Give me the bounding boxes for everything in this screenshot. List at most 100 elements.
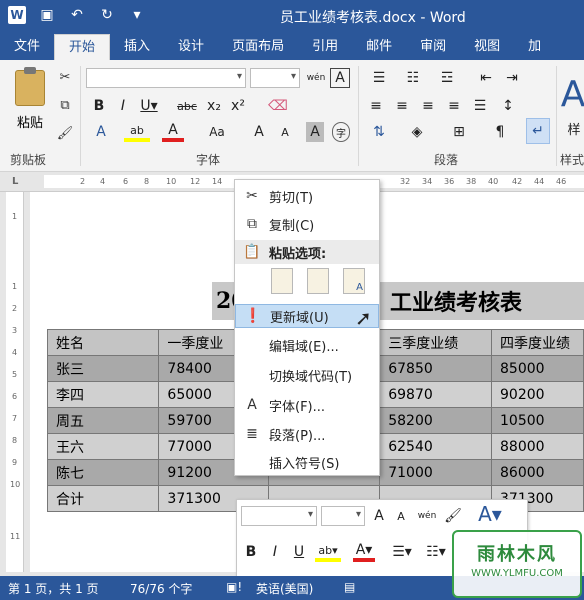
underline-icon[interactable]: U▾ (138, 96, 160, 116)
font-name-combo[interactable] (86, 68, 246, 88)
paste-text-only-icon[interactable]: A (343, 268, 365, 294)
tab-page-layout[interactable]: 页面布局 (218, 34, 298, 60)
tab-insert[interactable]: 插入 (110, 34, 164, 60)
mini-font-size-combo[interactable] (321, 506, 365, 526)
save-icon[interactable]: ▣ (38, 6, 56, 24)
line-spacing-icon[interactable]: ↕ (496, 96, 520, 116)
mini-grow-font-icon[interactable]: A (371, 506, 387, 526)
mini-styles-icon[interactable]: A▾ (475, 502, 505, 526)
tab-references[interactable]: 引用 (298, 34, 352, 60)
align-left-icon[interactable]: ≡ (366, 96, 386, 116)
table-cell[interactable]: 88000 (491, 433, 584, 460)
superscript-icon[interactable]: x² (228, 96, 248, 116)
customize-qat-icon[interactable]: ▾ (128, 6, 146, 24)
menu-item-font[interactable]: A 字体(F)... (235, 393, 379, 417)
table-cell[interactable]: 90200 (491, 381, 584, 408)
mini-bullets-icon[interactable]: ☰▾ (389, 542, 415, 562)
menu-item-insert-symbol[interactable]: 插入符号(S) (235, 450, 379, 474)
table-cell[interactable]: 周五 (46, 407, 160, 434)
word-count[interactable]: 76/76 个字 (130, 580, 192, 597)
grow-font-icon[interactable]: A (250, 122, 268, 142)
proofing-icon[interactable]: ▣! (226, 580, 242, 594)
language[interactable]: 英语(美国) (256, 580, 313, 597)
tab-selector-icon[interactable]: L (12, 176, 18, 187)
format-painter-icon[interactable]: 🖌 (55, 124, 75, 142)
table-cell[interactable]: 四季度业绩 (491, 329, 584, 356)
mini-bold-icon[interactable]: B (243, 542, 259, 562)
menu-item-copy[interactable]: ⧉ 复制(C) (235, 212, 379, 236)
char-shading-icon[interactable]: A (306, 122, 324, 142)
table-cell[interactable]: 三季度业绩 (379, 329, 493, 356)
multilevel-list-icon[interactable]: ☲ (434, 68, 460, 88)
text-effects-icon[interactable]: A (90, 122, 112, 142)
table-cell[interactable]: 李四 (46, 381, 160, 408)
mini-numbering-icon[interactable]: ☷▾ (423, 542, 449, 562)
tab-home[interactable]: 开始 (54, 34, 111, 60)
page-count[interactable]: 第 1 页，共 1 页 (8, 580, 99, 597)
table-cell[interactable]: 王六 (46, 433, 160, 460)
bullets-icon[interactable]: ☰ (366, 68, 392, 88)
shrink-font-icon[interactable]: A (276, 122, 294, 142)
decrease-indent-icon[interactable]: ⇤ (476, 68, 496, 88)
font-size-combo[interactable] (250, 68, 300, 88)
sort-icon[interactable]: ⇅ (366, 122, 392, 142)
table-cell[interactable]: 张三 (46, 355, 160, 382)
numbering-icon[interactable]: ☷ (400, 68, 426, 88)
table-cell[interactable]: 67850 (379, 355, 493, 382)
tab-design[interactable]: 设计 (164, 34, 218, 60)
table-cell[interactable]: 10500 (491, 407, 584, 434)
menu-item-paragraph[interactable]: ≣ 段落(P)... (235, 422, 379, 446)
paste-merge-icon[interactable] (307, 268, 329, 294)
table-cell[interactable]: 合计 (46, 485, 160, 512)
asian-layout-icon[interactable]: ↵ (526, 118, 550, 144)
subscript-icon[interactable]: x₂ (204, 96, 224, 116)
cut-icon[interactable]: ✂ (55, 68, 75, 86)
table-cell[interactable]: 86000 (491, 459, 584, 486)
tab-mailings[interactable]: 邮件 (352, 34, 406, 60)
paste-keep-source-icon[interactable] (271, 268, 293, 294)
enclose-char-icon[interactable]: 字 (332, 122, 350, 142)
mini-italic-icon[interactable]: I (267, 542, 283, 562)
distributed-icon[interactable]: ☰ (470, 96, 490, 116)
redo-icon[interactable]: ↻ (98, 6, 116, 24)
font-color-icon[interactable]: A (162, 122, 184, 142)
italic-icon[interactable]: I (114, 96, 132, 116)
table-cell[interactable]: 69870 (379, 381, 493, 408)
shading-icon[interactable]: ◈ (404, 122, 430, 142)
paste-button[interactable]: 粘贴 (10, 67, 50, 140)
table-cell[interactable]: 陈七 (46, 459, 160, 486)
menu-item-toggle-field-codes[interactable]: 切换域代码(T) (235, 363, 379, 387)
justify-icon[interactable]: ≡ (444, 96, 464, 116)
table-cell[interactable]: 62540 (379, 433, 493, 460)
table-cell[interactable]: 姓名 (46, 329, 160, 356)
change-case-icon[interactable]: Aa (204, 122, 230, 142)
macro-icon[interactable]: ▤ (344, 580, 355, 594)
borders-icon[interactable]: ⊞ (446, 122, 472, 142)
align-center-icon[interactable]: ≡ (392, 96, 412, 116)
undo-icon[interactable]: ↶ (68, 6, 86, 24)
increase-indent-icon[interactable]: ⇥ (502, 68, 522, 88)
highlight-icon[interactable]: ab (124, 122, 150, 142)
mini-highlight-icon[interactable]: ab▾ (315, 542, 341, 562)
char-border-icon[interactable]: A (330, 68, 350, 88)
vertical-ruler[interactable]: 1 1 2 3 4 5 6 7 8 9 10 11 (6, 192, 24, 572)
table-cell[interactable]: 85000 (491, 355, 584, 382)
tab-addins[interactable]: 加 (514, 34, 555, 60)
align-right-icon[interactable]: ≡ (418, 96, 438, 116)
mini-font-name-combo[interactable] (241, 506, 317, 526)
mini-font-color-icon[interactable]: A▾ (353, 542, 375, 562)
mini-phonetic-guide-icon[interactable]: wén (417, 506, 437, 526)
mini-format-painter-icon[interactable]: 🖌 (443, 506, 463, 526)
mini-underline-icon[interactable]: U (291, 542, 307, 562)
phonetic-guide-icon[interactable]: wén (305, 68, 327, 88)
bold-icon[interactable]: B (90, 96, 108, 116)
show-hide-icon[interactable]: ¶ (488, 122, 512, 142)
copy-icon[interactable]: ⧉ (55, 96, 75, 114)
strikethrough-icon[interactable]: abc (176, 96, 198, 116)
table-cell[interactable]: 71000 (379, 459, 493, 486)
tab-file[interactable]: 文件 (0, 34, 55, 60)
menu-item-cut[interactable]: ✂ 剪切(T) (235, 184, 379, 208)
clear-formatting-icon[interactable]: ⌫ (268, 96, 288, 116)
table-cell[interactable]: 58200 (379, 407, 493, 434)
mini-shrink-font-icon[interactable]: A (393, 506, 409, 526)
